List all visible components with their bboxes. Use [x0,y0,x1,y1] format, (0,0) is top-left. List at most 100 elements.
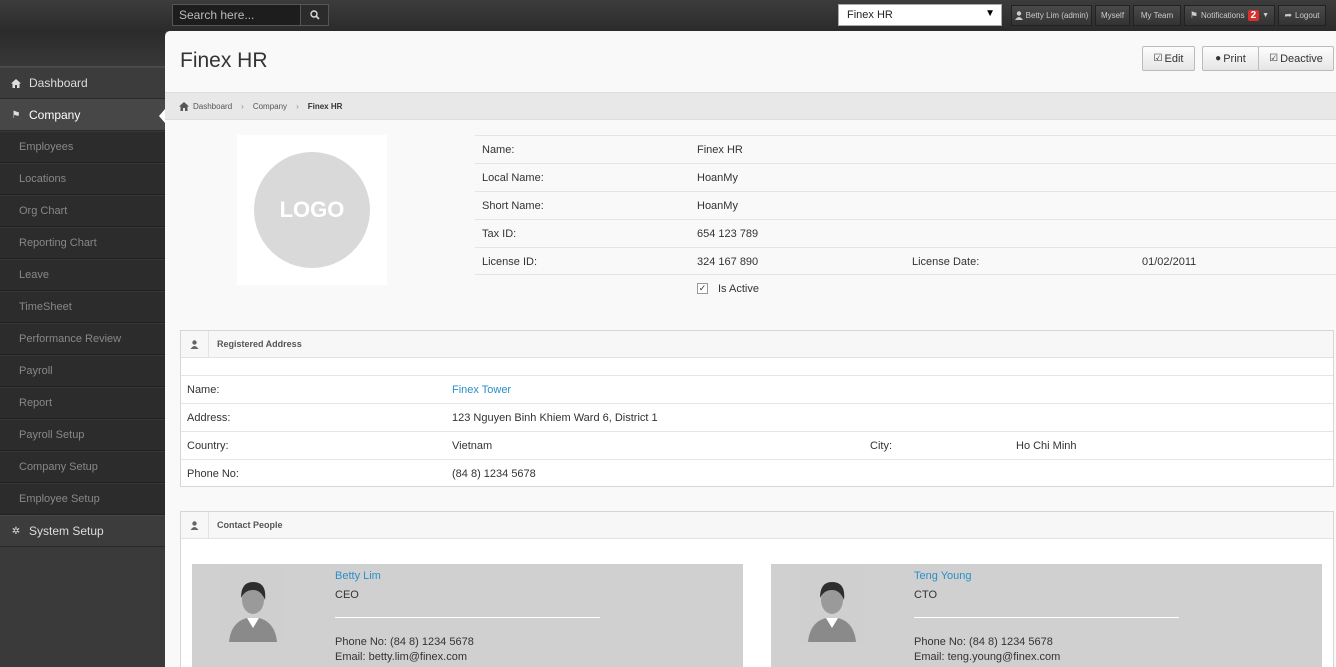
sidebar-subitem-label: Company Setup [19,461,98,473]
notifications-menu[interactable]: ⚑ Notifications 2 ▼ [1184,5,1275,26]
address-label: Phone No: [187,468,239,480]
info-label: License Date: [912,256,980,268]
sidebar-subitem-label: Leave [19,269,49,281]
sidebar-header [0,31,165,67]
breadcrumb-company[interactable]: Company [253,102,287,111]
notifications-label: Notifications [1201,11,1245,20]
info-value: Finex HR [697,144,743,156]
contact-email: Email: teng.young@finex.com [914,651,1061,663]
print-button[interactable]: ● Print [1202,46,1259,71]
info-label: Local Name: [482,172,544,184]
sidebar-item-label: Dashboard [29,76,88,90]
edit-label: Edit [1164,52,1184,65]
myself-link[interactable]: Myself [1095,5,1130,26]
address-label: Country: [187,440,229,452]
avatar [799,566,865,642]
avatar [220,566,286,642]
info-value: 324 167 890 [697,256,759,268]
flag-icon: ⚑ [11,109,21,121]
panel-header: Registered Address [181,330,1333,358]
sidebar-subitem-performance-review[interactable]: Performance Review [0,323,165,355]
my-team-link[interactable]: My Team [1133,5,1181,26]
address-value: Vietnam [452,440,493,452]
search-box [172,4,329,26]
info-row-license: License ID: 324 167 890 License Date: 01… [475,247,1336,275]
deactive-button[interactable]: ☑ Deactive [1258,46,1334,71]
address-name-link[interactable]: Finex Tower [452,384,511,396]
notification-badge: 2 [1247,10,1260,21]
edit-icon: ☑ [1153,53,1163,64]
breadcrumb-separator: › [241,101,244,111]
sidebar-subitem-company-setup[interactable]: Company Setup [0,451,165,483]
sidebar-subitem-payroll[interactable]: Payroll [0,355,165,387]
sidebar-subitem-label: Locations [19,173,67,185]
top-bar: Finex HR ▼ Betty Lim (admin) Myself My T… [0,0,1336,31]
info-label: Name: [482,144,515,156]
sidebar-subitem-employee-setup[interactable]: Employee Setup [0,483,165,515]
panel-title: Contact People [217,520,283,530]
info-row-tax-id: Tax ID: 654 123 789 [475,219,1336,247]
divider [914,617,1179,618]
sidebar-subitem-reporting-chart[interactable]: Reporting Chart [0,227,165,259]
edit-button[interactable]: ☑ Edit [1142,46,1195,71]
person-avatar-icon [808,582,856,642]
info-value: 654 123 789 [697,228,759,240]
is-active-checkbox[interactable]: ✓ [697,283,708,294]
sidebar-subitem-label: Reporting Chart [19,237,97,249]
contact-people-panel: Contact People Betty Lim CEO Phone No: (… [180,511,1334,667]
info-label: Tax ID: [482,228,517,240]
deactive-icon: ☑ [1269,53,1279,64]
sidebar-subitem-label: Payroll [19,365,53,377]
address-row-country: Country: Vietnam City: Ho Chi Minh [181,431,1333,459]
sidebar-item-company[interactable]: ⚑ Company [0,99,165,131]
home-icon [179,101,189,111]
user-icon [181,511,209,539]
sidebar-subitem-employees[interactable]: Employees [0,131,165,163]
contact-name-link[interactable]: Teng Young [914,570,972,582]
divider [335,617,600,618]
user-name: Betty Lim (admin) [1025,11,1089,20]
sidebar-subitem-label: Report [19,397,53,409]
panel-title: Registered Address [217,339,302,349]
print-label: Print [1223,52,1246,65]
breadcrumb-home[interactable]: Dashboard [193,102,232,111]
logout-label: Logout [1295,11,1320,20]
sidebar-item-dashboard[interactable]: Dashboard [0,67,165,99]
company-select[interactable]: Finex HR ▼ [838,4,1002,26]
address-label: Name: [187,384,220,396]
sidebar-item-label: System Setup [29,524,104,538]
my-team-label: My Team [1140,11,1174,20]
sidebar-subitem-label: Employee Setup [19,493,100,505]
company-select-value: Finex HR [847,9,893,21]
info-label: Short Name: [482,200,544,212]
sidebar-subitem-locations[interactable]: Locations [0,163,165,195]
address-label: Address: [187,412,231,424]
search-button[interactable] [301,4,329,26]
address-row-address: Address: 123 Nguyen Binh Khiem Ward 6, D… [181,403,1333,431]
panel-header: Contact People [181,511,1333,539]
sidebar-subitem-payroll-setup[interactable]: Payroll Setup [0,419,165,451]
info-row-active: ✓ Is Active [475,275,1336,303]
user-icon [181,330,209,358]
user-menu[interactable]: Betty Lim (admin) [1011,5,1092,26]
contact-role: CTO [914,589,938,601]
search-icon [309,10,320,20]
sidebar-item-system-setup[interactable]: ✲ System Setup [0,515,165,547]
is-active-label: Is Active [718,283,759,295]
sidebar-subitem-org-chart[interactable]: Org Chart [0,195,165,227]
sidebar-item-label: Company [29,108,81,122]
search-input[interactable] [172,4,301,26]
company-info: Name: Finex HR Local Name: HoanMy Short … [475,135,1336,303]
contact-phone: Phone No: (84 8) 1234 5678 [914,636,1053,648]
breadcrumb-current: Finex HR [307,101,343,111]
logout-link[interactable]: ➦ Logout [1278,5,1326,26]
user-icon [1014,11,1023,20]
breadcrumb-separator: › [296,101,299,111]
sidebar-subitem-leave[interactable]: Leave [0,259,165,291]
info-value: HoanMy [697,172,738,184]
sidebar-subitem-report[interactable]: Report [0,387,165,419]
address-value: (84 8) 1234 5678 [452,468,536,480]
contact-name-link[interactable]: Betty Lim [335,570,381,582]
sidebar-subitem-timesheet[interactable]: TimeSheet [0,291,165,323]
contact-card: Teng Young CTO Phone No: (84 8) 1234 567… [771,564,1322,667]
